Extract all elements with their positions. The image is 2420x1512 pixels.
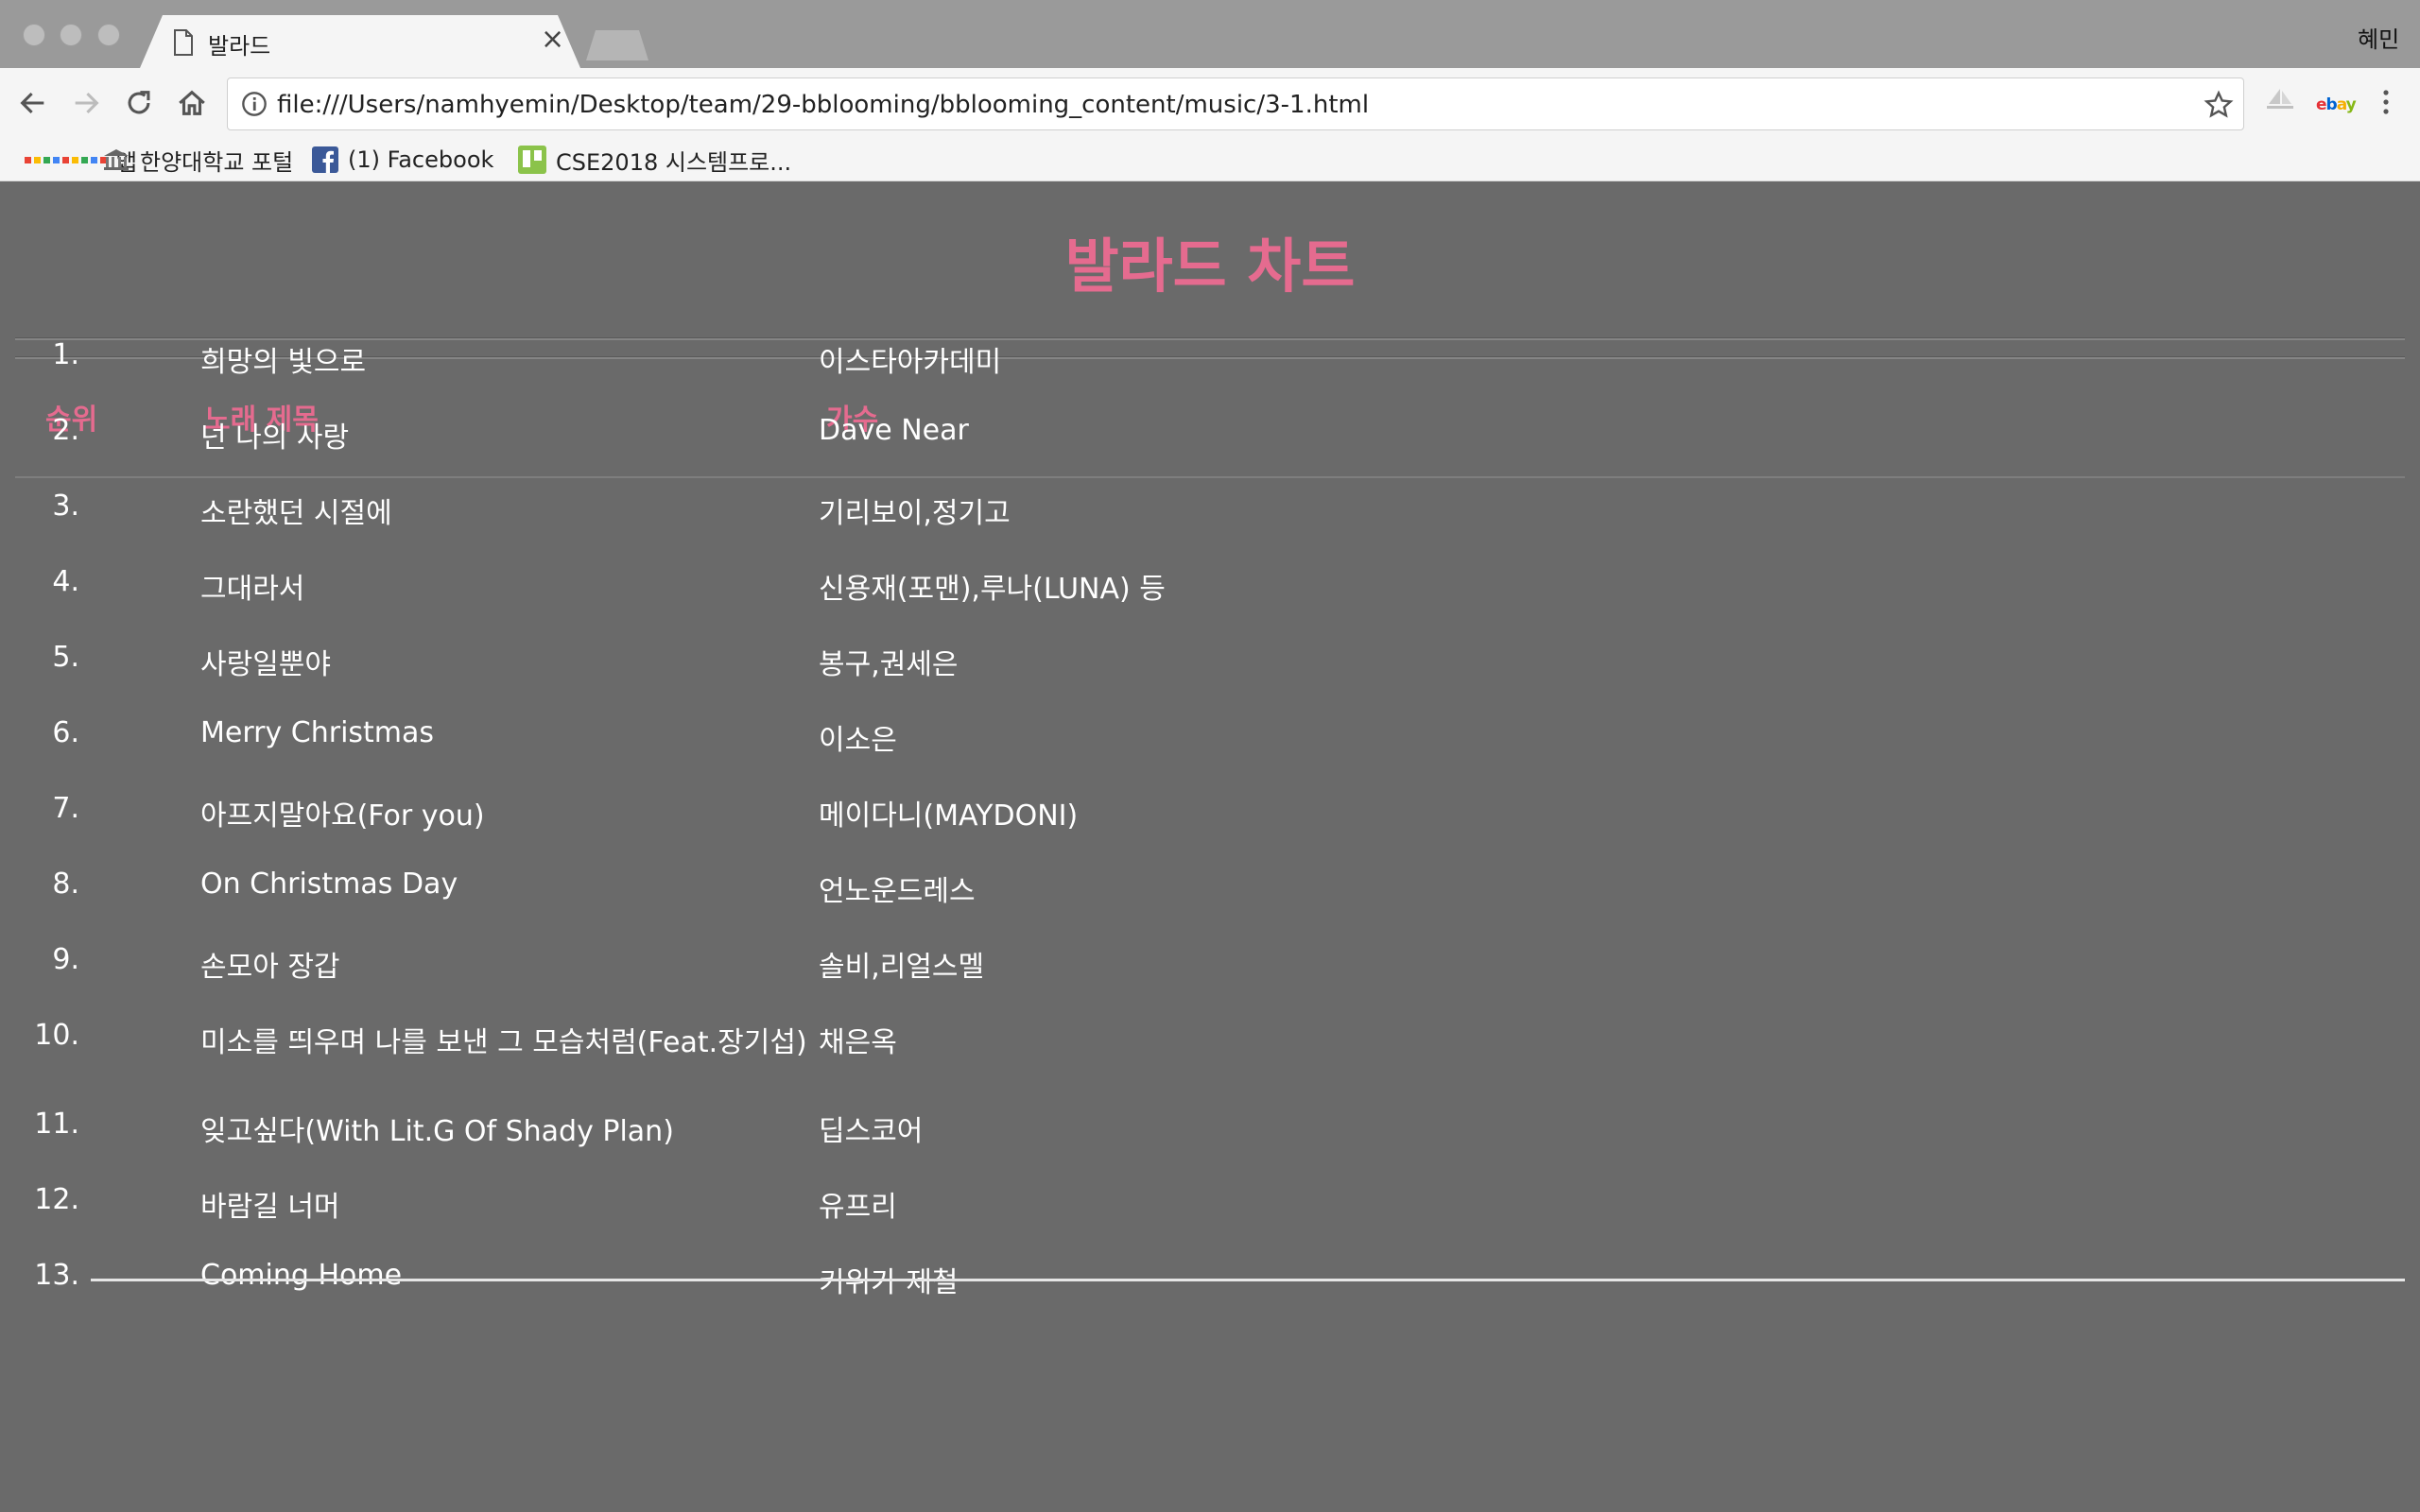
song-row: 11. 잊고싶다(With Lit.G Of Shady Plan) 딥스코어 (0, 1108, 2420, 1153)
new-tab-button[interactable] (586, 30, 648, 60)
song-row: 9. 손모아 장갑 솔비,리얼스멜 (0, 943, 2420, 988)
reload-button[interactable] (119, 83, 159, 123)
top10-divider (91, 1279, 2405, 1281)
apps-grid-icon (25, 156, 107, 163)
song-artist: 기리보이,정기고 (819, 497, 1011, 530)
song-title: On Christmas Day (200, 868, 458, 901)
bookmark-star-icon[interactable] (2204, 90, 2234, 120)
close-tab-icon[interactable]: × (541, 26, 564, 54)
song-row: 10. 미소를 띄우며 나를 보낸 그 모습처럼(Feat.장기섭) 채은옥 (0, 1019, 2420, 1064)
song-row: 5. 사랑일뿐야 봉구,권세은 (0, 641, 2420, 686)
bookmark-label: 한양대학교 포털 (140, 148, 294, 176)
song-artist: 이소은 (819, 724, 897, 757)
song-title: Merry Christmas (200, 716, 435, 749)
song-rank: 1. (52, 338, 79, 371)
page-content: 발라드 차트 순위 노래 제목 가수 1. 희망의 빛으로 이스타아카데미 2. 넌 나… (0, 182, 2420, 1512)
song-row: 2. 넌 나의 사랑 Dave Near (0, 414, 2420, 459)
song-artist: 솔비,리얼스멜 (819, 951, 985, 984)
song-rank: 4. (52, 565, 79, 598)
song-artist: 딥스코어 (819, 1115, 924, 1148)
song-artist: 유프리 (819, 1191, 897, 1224)
song-title: Coming Home (200, 1259, 403, 1292)
forward-button[interactable] (66, 83, 106, 123)
song-row: 7. 아프지말아요(For you) 메이다니(MAYDONI) (0, 792, 2420, 837)
song-row: 13. Coming Home 키위가 제철 (0, 1259, 2420, 1304)
song-rank: 10. (34, 1019, 79, 1052)
song-artist: Dave Near (819, 414, 969, 447)
song-title: 희망의 빛으로 (200, 346, 367, 379)
song-rank: 6. (52, 716, 79, 749)
minimize-window-button[interactable] (60, 24, 82, 46)
song-rank: 8. (52, 868, 79, 901)
song-row: 4. 그대라서 신용재(포맨),루나(LUNA) 등 (0, 565, 2420, 610)
song-row: 12. 바람길 너머 유프리 (0, 1183, 2420, 1228)
info-icon[interactable] (241, 91, 268, 117)
song-rank: 12. (34, 1183, 79, 1216)
song-rank: 5. (52, 641, 79, 674)
bookmark-label: (1) Facebook (348, 146, 494, 173)
song-row: 6. Merry Christmas 이소은 (0, 716, 2420, 762)
university-icon (102, 147, 130, 172)
song-title: 아프지말아요(For you) (200, 799, 485, 833)
song-title: 소란했던 시절에 (200, 497, 392, 530)
back-button[interactable] (13, 83, 53, 123)
song-title: 손모아 장갑 (200, 951, 340, 984)
bookmark-cse2018[interactable]: CSE2018 시스템프로... (518, 144, 791, 176)
divider (15, 476, 2405, 478)
song-rank: 3. (52, 490, 79, 523)
song-title: 잊고싶다(With Lit.G Of Shady Plan) (200, 1115, 674, 1148)
reload-icon (128, 91, 150, 114)
window-titlebar: 발라드 × 혜민 (0, 0, 2420, 68)
tab-ballad[interactable]: 발라드 × (140, 15, 580, 68)
zoom-window-button[interactable] (97, 24, 120, 46)
arrow-right-icon (75, 92, 99, 114)
document-icon (174, 29, 193, 56)
tab-background (140, 15, 580, 68)
home-button[interactable] (172, 83, 212, 123)
song-artist: 채은옥 (819, 1026, 897, 1059)
song-artist: 메이다니(MAYDONI) (819, 799, 1079, 833)
close-window-button[interactable] (23, 24, 45, 46)
song-row: 8. On Christmas Day 언노운드레스 (0, 868, 2420, 913)
ebay-extension-icon[interactable]: ebay (2316, 95, 2357, 114)
url-text[interactable]: file:///Users/namhyemin/Desktop/team/29-… (277, 91, 1369, 119)
song-title: 넌 나의 사랑 (200, 421, 350, 455)
browser-menu-icon[interactable] (2375, 85, 2397, 119)
song-rank: 11. (34, 1108, 79, 1141)
arrow-left-icon (20, 92, 44, 114)
song-rank: 2. (52, 414, 79, 447)
profile-name[interactable]: 혜민 (2358, 21, 2399, 54)
tab-title: 발라드 (208, 33, 271, 60)
song-artist: 언노운드레스 (819, 875, 976, 908)
browser-toolbar: file:///Users/namhyemin/Desktop/team/29-… (0, 68, 2420, 140)
home-icon (179, 90, 205, 115)
song-artist: 이스타아카데미 (819, 346, 1002, 379)
sailboat-extension-icon[interactable] (2263, 85, 2297, 113)
song-title: 바람길 너머 (200, 1191, 340, 1224)
trello-icon (518, 146, 546, 174)
song-title: 그대라서 (200, 573, 305, 606)
song-row: 3. 소란했던 시절에 기리보이,정기고 (0, 490, 2420, 535)
song-artist: 봉구,권세은 (819, 648, 959, 681)
song-title: 미소를 띄우며 나를 보낸 그 모습처럼(Feat.장기섭) (200, 1026, 807, 1059)
song-row: 1. 희망의 빛으로 이스타아카데미 (0, 338, 2420, 384)
bookmark-facebook[interactable]: (1) Facebook (312, 144, 493, 176)
facebook-icon (312, 146, 338, 173)
song-artist: 신용재(포맨),루나(LUNA) 등 (819, 573, 1166, 606)
song-rank: 9. (52, 943, 79, 976)
song-rank: 7. (52, 792, 79, 825)
address-bar[interactable]: file:///Users/namhyemin/Desktop/team/29-… (227, 77, 2244, 130)
bookmark-hanyang-portal[interactable]: 한양대학교 포털 (102, 144, 293, 176)
song-rank: 13. (34, 1259, 79, 1292)
song-title: 사랑일뿐야 (200, 648, 331, 681)
bookmarks-bar: 앱 한양대학교 포털 (1) Facebook CSE2018 시스템프로... (0, 140, 2420, 181)
page-title: 발라드 차트 (1064, 232, 1356, 301)
bookmark-label: CSE2018 시스템프로... (556, 148, 792, 176)
